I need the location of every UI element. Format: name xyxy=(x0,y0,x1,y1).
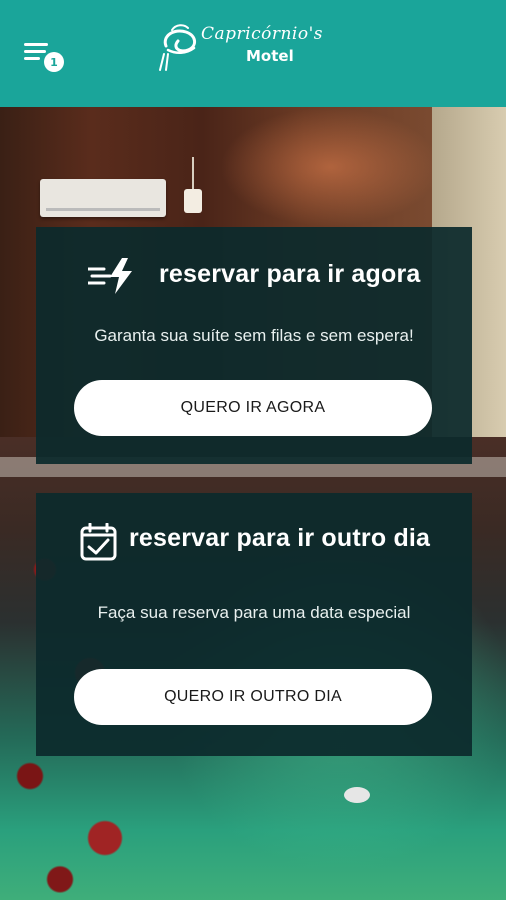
notification-badge: 1 xyxy=(44,52,64,72)
motel-logo: Capricórnio's Motel xyxy=(158,22,353,74)
reserve-later-subtitle: Faça sua reserva para uma data especial xyxy=(97,603,411,622)
hamburger-menu-icon xyxy=(24,43,48,46)
reserve-later-card: reservar para ir outro dia Faça sua rese… xyxy=(36,493,472,756)
reserve-now-card: reservar para ir agora Garanta sua suíte… xyxy=(36,227,472,464)
capricorn-logo-icon xyxy=(159,24,196,71)
menu-button[interactable]: 1 xyxy=(24,40,68,74)
hamburger-line xyxy=(24,50,46,53)
reserve-now-title: reservar para ir agora xyxy=(159,260,421,288)
bg-air-conditioner xyxy=(40,179,166,217)
bg-lamp-cord xyxy=(192,157,194,191)
reserve-now-subtitle: Garanta sua suíte sem filas e sem espera… xyxy=(94,326,414,345)
go-now-button[interactable]: QUERO IR AGORA xyxy=(74,380,432,436)
bg-drain xyxy=(344,787,370,803)
reserve-later-title: reservar para ir outro dia xyxy=(129,524,431,552)
logo-word-text: Motel xyxy=(246,47,294,65)
app-header: 1 Capricórnio's Motel xyxy=(0,0,506,107)
bg-ceiling-light xyxy=(220,107,440,227)
bg-lamp xyxy=(184,189,202,213)
logo-script-text: Capricórnio's xyxy=(201,24,323,44)
calendar-check-icon xyxy=(80,523,117,561)
fast-lightning-icon xyxy=(88,258,132,294)
hamburger-line xyxy=(24,57,40,60)
go-other-day-button[interactable]: QUERO IR OUTRO DIA xyxy=(74,669,432,725)
